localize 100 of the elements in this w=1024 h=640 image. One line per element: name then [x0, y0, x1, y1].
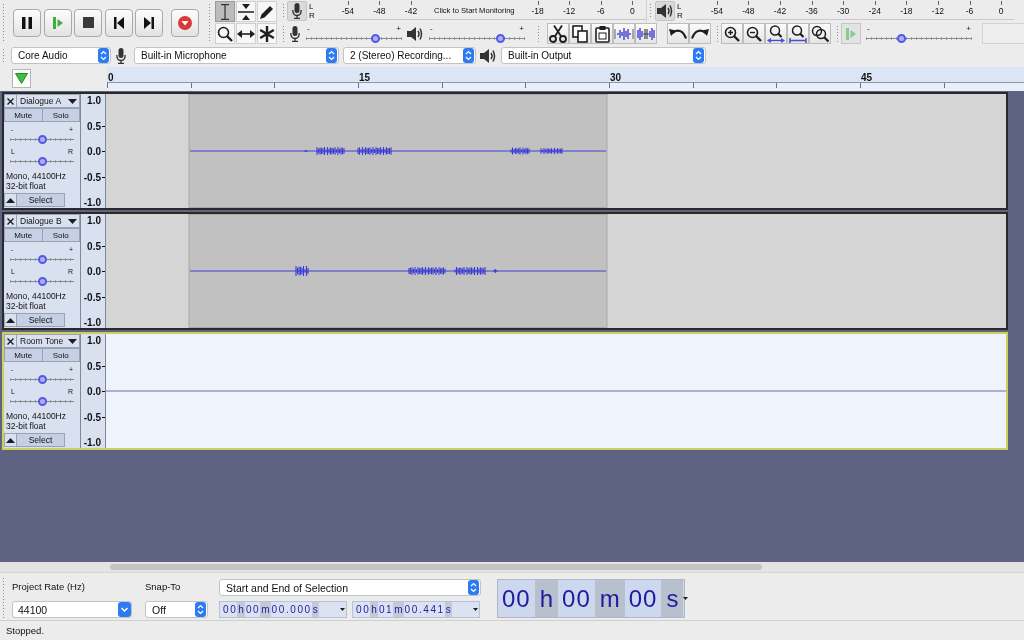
scrollbar-thumb[interactable] [110, 564, 762, 570]
select-track-button[interactable]: Select [17, 193, 65, 207]
toolbar-grip[interactable] [649, 3, 652, 19]
slider-thumb[interactable] [37, 375, 47, 384]
triangle-icon [15, 73, 28, 84]
track-format-text: Mono, 44100Hz [6, 291, 67, 301]
envelope-tool-button[interactable] [236, 1, 256, 22]
select-track-button[interactable]: Select [17, 433, 65, 447]
toolbar-grip[interactable] [836, 25, 839, 42]
zoom-toggle-button[interactable] [809, 23, 831, 44]
fit-project-button[interactable] [787, 23, 809, 44]
meter-channel-label: L [309, 2, 315, 11]
slider-thumb[interactable] [37, 135, 47, 144]
skip-to-end-button[interactable] [135, 8, 163, 37]
slider-thumb[interactable] [897, 33, 907, 43]
close-track-button[interactable] [4, 214, 17, 228]
meter-tick-label: -54 [332, 0, 364, 16]
audio-clip[interactable] [188, 214, 608, 328]
selection-tool-button[interactable] [215, 1, 235, 22]
dropdown-icon [118, 602, 131, 617]
meter-channel-label: R [677, 11, 684, 20]
caret-down-icon [473, 608, 478, 611]
amplitude-label: 1.0 [86, 95, 102, 106]
toolbar-grip[interactable] [2, 3, 5, 42]
mute-button[interactable]: Mute [4, 348, 43, 362]
close-track-button[interactable] [4, 334, 17, 348]
playback-device-select[interactable]: Built-in Output [501, 47, 706, 64]
track-format-text: Mono, 44100Hz [6, 411, 67, 421]
toolbar-grip[interactable] [2, 48, 5, 63]
selection-start-field[interactable]: 00 h 00 m 00.000 s [219, 601, 347, 618]
toolbar-grip[interactable] [716, 25, 719, 42]
toolbar-grip[interactable] [282, 3, 285, 19]
zoom-tool-button[interactable] [215, 23, 235, 44]
sample-format-text: 32-bit float [6, 421, 47, 431]
record-button[interactable] [170, 8, 199, 37]
close-track-button[interactable] [4, 94, 17, 108]
timeline-ruler[interactable]: 0 15 30 45 [107, 67, 1024, 91]
meter-tick-label: -12 [922, 0, 954, 16]
cut-button[interactable] [547, 23, 569, 44]
selection-mode-select[interactable]: Start and End of Selection [219, 579, 481, 596]
solo-button[interactable]: Solo [42, 108, 80, 122]
multi-tool-button[interactable] [257, 23, 277, 44]
meter-tick-label: -18 [521, 0, 554, 16]
solo-button[interactable]: Solo [42, 348, 80, 362]
i-beam-icon [221, 3, 229, 20]
skip-to-start-button[interactable] [104, 8, 133, 37]
slider-thumb[interactable] [37, 397, 47, 406]
zoom-in-button[interactable] [721, 23, 743, 44]
track-name-menu[interactable]: Room Tone [17, 334, 80, 348]
mute-button[interactable]: Mute [4, 228, 43, 242]
toolbar-grip[interactable] [208, 3, 211, 42]
undo-button[interactable] [667, 23, 689, 44]
stop-button[interactable] [74, 8, 102, 37]
pencil-icon [260, 4, 274, 19]
horizontal-scrollbar[interactable] [0, 562, 1024, 572]
copy-button[interactable] [569, 23, 591, 44]
recording-channels-select[interactable]: 2 (Stereo) Recording... [343, 47, 476, 64]
audio-position-display[interactable]: 00 h 00 m 00 s [497, 579, 685, 618]
toolbar-grip[interactable] [2, 577, 5, 620]
audio-clip[interactable] [188, 94, 608, 208]
select-track-button[interactable]: Select [17, 313, 65, 327]
track-name-menu[interactable]: Dialogue A [17, 94, 80, 108]
collapse-track-button[interactable] [4, 433, 17, 447]
zoom-out-button[interactable] [743, 23, 765, 44]
playback-meter[interactable]: -54 -48 -42 -36 -30 -24 -18 -12 -6 0 [686, 0, 1014, 20]
toolbar-grip[interactable] [537, 25, 540, 42]
search-icon [217, 25, 233, 42]
project-rate-combo[interactable]: 44100 [12, 601, 132, 618]
selection-end-field[interactable]: 00 h 01 m 00.441 s [352, 601, 480, 618]
draw-tool-button[interactable] [257, 1, 277, 22]
toolbar-grip[interactable] [282, 25, 285, 42]
amplitude-label: -1.0 [82, 317, 102, 328]
meter-tick-label: -12 [553, 0, 585, 16]
amplitude-label: 0.5 [81, 120, 105, 132]
silence-audio-button[interactable] [635, 23, 657, 44]
collapse-track-button[interactable] [4, 193, 17, 207]
quick-play-button[interactable] [12, 69, 31, 88]
audio-host-select[interactable]: Core Audio [11, 47, 111, 64]
slider-max-label: + [396, 24, 401, 34]
snap-to-select[interactable]: Off [145, 601, 208, 618]
redo-button[interactable] [689, 23, 711, 44]
slider-thumb[interactable] [37, 157, 47, 166]
mute-button[interactable]: Mute [4, 108, 43, 122]
solo-button[interactable]: Solo [42, 228, 80, 242]
double-arrow-icon [237, 28, 255, 39]
pause-button[interactable] [13, 8, 41, 37]
fit-selection-button[interactable] [765, 23, 787, 44]
speaker-icon [407, 26, 423, 41]
playback-meter-button[interactable] [655, 1, 675, 21]
time-shift-tool-button[interactable] [236, 23, 256, 44]
collapse-track-button[interactable] [4, 313, 17, 327]
slider-thumb[interactable] [496, 33, 505, 43]
recording-device-select[interactable]: Built-in Microphone [134, 47, 339, 64]
slider-thumb[interactable] [37, 277, 47, 286]
trim-audio-button[interactable] [613, 23, 635, 44]
paste-button[interactable] [591, 23, 613, 44]
slider-thumb[interactable] [371, 33, 381, 43]
slider-thumb[interactable] [37, 255, 47, 264]
track-name-menu[interactable]: Dialogue B [17, 214, 80, 228]
recording-meter-button[interactable] [287, 1, 307, 21]
